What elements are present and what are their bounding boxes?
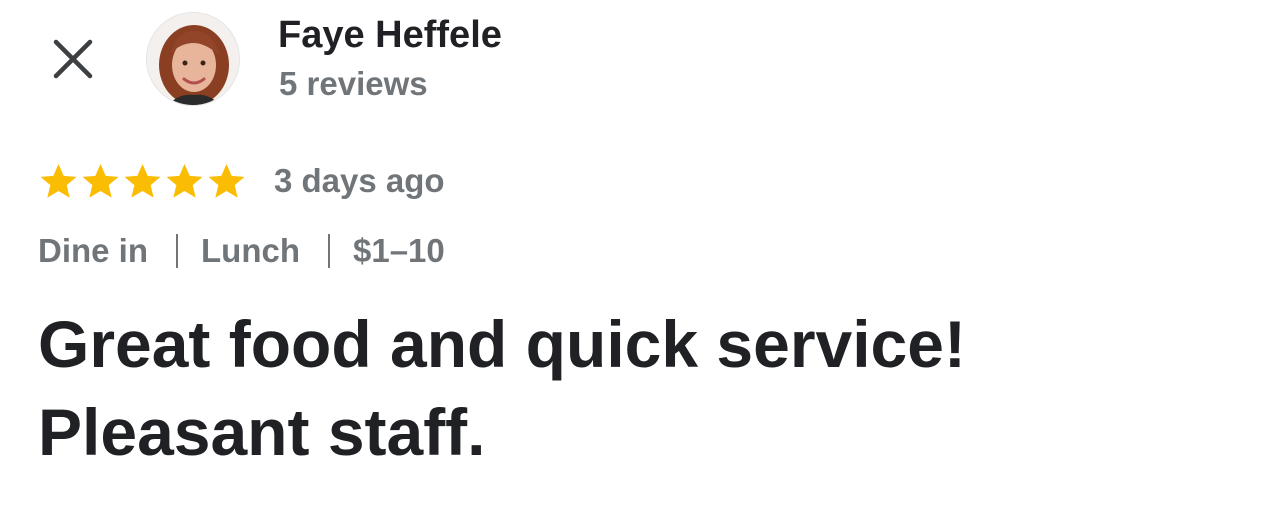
review-text-line: Great food and quick service! xyxy=(38,307,966,381)
visit-tags: Dine in Lunch $1–10 xyxy=(38,228,445,274)
star-rating xyxy=(38,161,247,201)
review-date: 3 days ago xyxy=(274,162,445,199)
review-count: 5 reviews xyxy=(279,65,428,102)
avatar[interactable] xyxy=(146,12,240,106)
tag-divider xyxy=(328,234,330,268)
avatar-photo xyxy=(147,13,239,105)
tag-service-type: Dine in xyxy=(38,232,149,269)
star-icon xyxy=(124,164,161,198)
tag-divider xyxy=(176,234,179,268)
review-text-line: Pleasant staff. xyxy=(38,395,486,469)
rating-row: 3 days ago xyxy=(38,158,445,204)
author-name[interactable]: Faye Heffele xyxy=(278,14,502,57)
tag-price-range: $1–10 xyxy=(353,232,445,269)
star-icon xyxy=(82,164,119,198)
close-button[interactable] xyxy=(44,30,102,88)
tag-meal-type: Lunch xyxy=(201,232,300,269)
star-icon xyxy=(166,164,203,198)
review-text: Great food and quick service! Pleasant s… xyxy=(38,300,1228,476)
star-icon xyxy=(208,164,245,198)
close-icon xyxy=(53,39,93,79)
star-icon xyxy=(40,164,77,198)
